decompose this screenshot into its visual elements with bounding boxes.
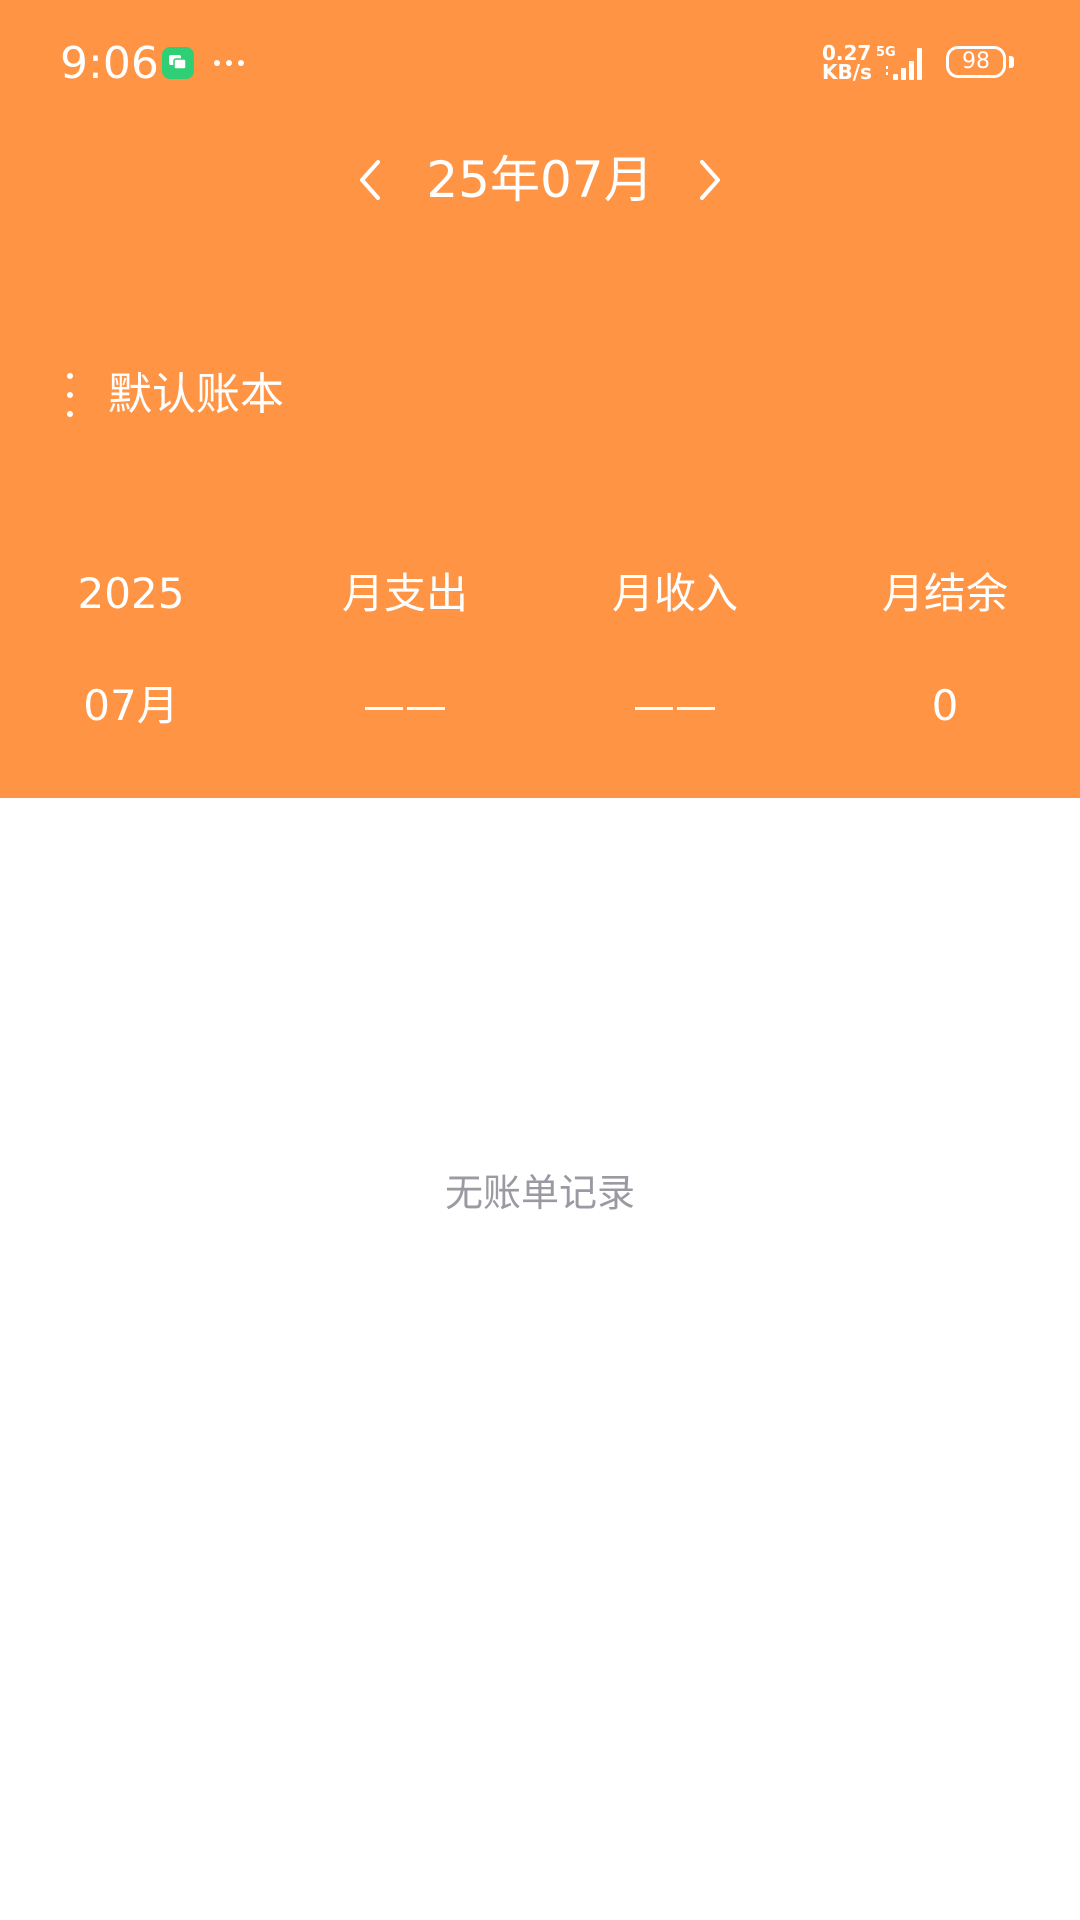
header-panel: 9:06 0.27 KB/s 5G 98 25年07月 默认账本 2025 07…: [0, 0, 1080, 798]
chevron-right-icon: [700, 160, 720, 200]
kebab-menu-icon[interactable]: [60, 373, 80, 417]
empty-state-message: 无账单记录: [444, 1171, 635, 1215]
ledger-selector[interactable]: 默认账本: [60, 360, 284, 430]
status-bar: 9:06 0.27 KB/s 5G 98: [0, 0, 1080, 126]
income-label: 月收入: [611, 569, 738, 618]
summary-year: 2025: [77, 569, 185, 618]
chevron-left-icon: [360, 160, 380, 200]
network-speed: 0.27 KB/s: [822, 43, 872, 84]
expense-value: ——: [363, 681, 447, 730]
status-time: 9:06: [60, 38, 159, 89]
ledger-name: 默认账本: [108, 369, 284, 420]
battery-icon: 98: [946, 46, 1018, 82]
summary-income-column: 月收入 ——: [540, 556, 810, 736]
bill-screen: 9:06 0.27 KB/s 5G 98 25年07月 默认账本 2025 07…: [0, 0, 1080, 1920]
balance-label: 月结余: [881, 569, 1008, 618]
expense-label: 月支出: [341, 569, 468, 618]
next-month-button[interactable]: [678, 150, 738, 210]
summary-balance-column: 月结余 0: [810, 556, 1080, 736]
balance-value: 0: [931, 681, 959, 730]
summary-expense-column: 月支出 ——: [270, 556, 540, 736]
previous-month-button[interactable]: [342, 150, 402, 210]
signal-strength-icon: [886, 48, 922, 80]
monthly-summary: 2025 07月 月支出 —— 月收入 —— 月结余 0: [0, 556, 1080, 736]
summary-month: 07月: [83, 681, 179, 730]
chat-app-notification-icon: [162, 47, 194, 79]
network-speed-unit: KB/s: [822, 60, 872, 84]
income-value: ——: [633, 681, 717, 730]
month-selector: 25年07月: [0, 140, 1080, 220]
month-title[interactable]: 25年07月: [400, 140, 680, 220]
summary-date-column[interactable]: 2025 07月: [0, 556, 270, 736]
more-notifications-icon: [214, 60, 246, 68]
battery-level: 98: [962, 49, 990, 74]
